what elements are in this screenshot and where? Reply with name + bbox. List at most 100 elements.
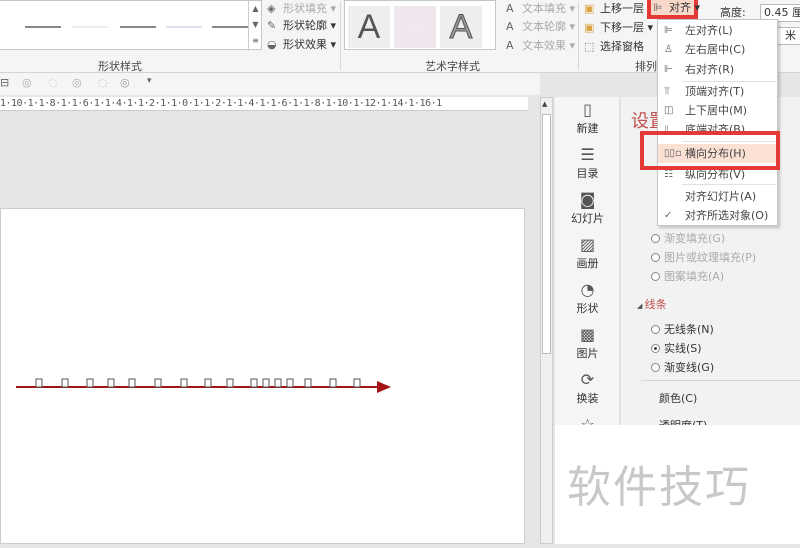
sidebar-item-0[interactable]: ▯ 新建 — [555, 100, 620, 136]
sidebar-item-5[interactable]: ▩ 图片 — [555, 325, 620, 361]
selection-handle[interactable] — [61, 378, 69, 388]
selection-handle[interactable] — [180, 378, 188, 388]
selection-handle[interactable] — [154, 378, 162, 388]
align-menu-icon: ⊩ — [664, 64, 673, 75]
selection-handle[interactable] — [128, 378, 136, 388]
selection-handle[interactable] — [286, 378, 294, 388]
align-menu-item-2[interactable]: ⊩ 右对齐(R) — [658, 60, 777, 79]
customize-icon[interactable]: ▾ — [147, 76, 152, 86]
selection-handle[interactable] — [353, 378, 361, 388]
align-menu-label: 底端对齐(B) — [685, 123, 746, 136]
sidebar-icon: ▨ — [579, 235, 596, 254]
send-backward-button[interactable]: ▣ 下移一层 ▾ — [584, 19, 653, 37]
vertical-scrollbar[interactable]: ▲ — [540, 97, 553, 544]
group-icon[interactable]: ⊟ — [0, 76, 9, 89]
align-menu-item-3[interactable]: ⫪ 顶端对齐(T) — [658, 82, 777, 101]
picture-fill-radio[interactable]: 图片或纹理填充(P) — [651, 249, 756, 265]
sidebar-icon: ▯ — [583, 100, 592, 119]
align-menu-label: 左右居中(C) — [685, 43, 746, 56]
wordart-style-1[interactable]: A — [348, 6, 390, 48]
sidebar-item-2[interactable]: ◙ 幻灯片 — [555, 190, 620, 226]
subtract-icon[interactable]: ◎ — [120, 76, 130, 89]
align-menu-label: 顶端对齐(T) — [685, 85, 745, 98]
shape-fill-button[interactable]: ◈ 形状填充 ▾ — [267, 0, 336, 18]
align-menu-label: 左对齐(L) — [685, 24, 733, 37]
sidebar-label: 换装 — [576, 392, 599, 405]
intersect-icon[interactable]: ◌ — [98, 76, 108, 89]
sidebar-item-4[interactable]: ◔ 形状 — [555, 280, 620, 316]
slide-canvas[interactable] — [0, 208, 525, 544]
selection-handle[interactable] — [329, 378, 337, 388]
menu-separator — [682, 184, 776, 185]
combine-icon[interactable]: ◌ — [48, 76, 58, 89]
align-menu-icon: ⫪ — [664, 86, 670, 97]
gradient-fill-radio[interactable]: 渐变填充(G) — [651, 230, 725, 246]
selection-handle[interactable] — [226, 378, 234, 388]
align-menu-item-6[interactable]: ▯▯▫ 横向分布(H) — [658, 144, 777, 163]
align-menu-item-9[interactable]: ✓ 对齐所选对象(O) — [658, 206, 777, 225]
line-section-header[interactable]: ◢ 线条 — [637, 296, 667, 312]
text-outline-button[interactable]: A 文本轮廓 ▾ — [506, 18, 575, 36]
align-menu-item-1[interactable]: ♙ 左右居中(C) — [658, 40, 777, 59]
align-menu-item-5[interactable]: ⫫ 底端对齐(B) — [658, 120, 777, 139]
text-effect-button[interactable]: A 文本效果 ▾ — [506, 37, 575, 55]
selection-pane-icon: ⬚ — [584, 40, 595, 53]
wordart-gallery[interactable]: A A A — [344, 0, 496, 50]
effect-icon: ◒ — [267, 38, 277, 51]
bring-forward-button[interactable]: ▣ 上移一层 — [584, 0, 644, 18]
sidebar-label: 图片 — [576, 347, 599, 360]
shape-effect-button[interactable]: ◒ 形状效果 ▾ — [267, 36, 336, 54]
align-menu-label: 对齐所选对象(O) — [685, 209, 769, 222]
selection-handle[interactable] — [204, 378, 212, 388]
selection-handle[interactable] — [262, 378, 270, 388]
align-menu-icon: ☷ — [664, 169, 673, 180]
selection-handle[interactable] — [250, 378, 258, 388]
sidebar-label: 画册 — [576, 257, 599, 270]
shape-styles-label: 形状样式 — [98, 60, 142, 73]
arrow-line[interactable] — [1, 209, 526, 545]
no-line-radio[interactable]: 无线条(N) — [651, 321, 714, 337]
color-label[interactable]: 颜色(C) — [659, 390, 697, 406]
selection-handle[interactable] — [304, 378, 312, 388]
selection-handle[interactable] — [86, 378, 94, 388]
sidebar-item-6[interactable]: ⟳ 换装 — [555, 370, 620, 406]
solid-line-radio[interactable]: 实线(S) — [651, 340, 702, 356]
sidebar-label: 新建 — [576, 122, 599, 135]
align-menu-icon: ⊫ — [664, 25, 673, 36]
arrange-label: 排列 — [635, 60, 657, 73]
align-icon: ⊫ — [653, 1, 663, 14]
shape-outline-button[interactable]: ✎ 形状轮廓 ▾ — [267, 17, 336, 35]
sidebar-item-1[interactable]: ☰ 目录 — [555, 145, 620, 181]
gradient-line-radio[interactable]: 渐变线(G) — [651, 359, 714, 375]
selection-handle[interactable] — [35, 378, 43, 388]
pattern-fill-radio[interactable]: 图案填充(A) — [651, 268, 724, 284]
align-button[interactable]: ⊫ 对齐 ▾ — [647, 0, 700, 19]
align-menu-icon: ◫ — [664, 105, 674, 116]
align-menu-label: 对齐幻灯片(A) — [685, 190, 757, 203]
selection-handle[interactable] — [274, 378, 282, 388]
align-dropdown-menu: ⊫ 左对齐(L) ♙ 左右居中(C) ⊩ 右对齐(R) ⫪ 顶端对齐(T) ◫ 上下居中(M) ⫫ 底… — [657, 19, 778, 226]
gallery-scroll[interactable]: ▲ ▼ ≡ — [248, 1, 262, 51]
align-menu-item-7[interactable]: ☷ 纵向分布(V) — [658, 165, 777, 184]
sidebar-icon: ◙ — [579, 190, 596, 209]
wordart-style-2[interactable]: A — [394, 6, 436, 48]
bring-forward-icon: ▣ — [584, 2, 595, 15]
align-menu-item-8[interactable]: 对齐幻灯片(A) — [658, 187, 777, 206]
wordart-style-3[interactable]: A — [440, 6, 482, 48]
selection-handle[interactable] — [107, 378, 115, 388]
scroll-thumb[interactable] — [542, 114, 551, 354]
align-menu-label: 右对齐(R) — [685, 63, 735, 76]
merge-icon[interactable]: ◎ — [22, 76, 32, 89]
align-menu-item-0[interactable]: ⊫ 左对齐(L) — [658, 21, 777, 40]
sidebar-item-3[interactable]: ▨ 画册 — [555, 235, 620, 271]
fragment-icon[interactable]: ◎ — [72, 76, 82, 89]
text-fill-button[interactable]: A 文本填充 ▾ — [506, 0, 575, 18]
sidebar-label: 目录 — [576, 167, 599, 180]
selection-pane-button[interactable]: ⬚ 选择窗格 — [584, 38, 644, 56]
sidebar-icon: ⟳ — [580, 370, 595, 389]
align-menu-label: 横向分布(H) — [685, 147, 746, 160]
shape-style-gallery[interactable]: ▲ ▼ ≡ — [0, 0, 262, 51]
align-menu-label: 上下居中(M) — [685, 104, 748, 117]
align-menu-item-4[interactable]: ◫ 上下居中(M) — [658, 101, 777, 120]
align-menu-label: 纵向分布(V) — [685, 168, 746, 181]
